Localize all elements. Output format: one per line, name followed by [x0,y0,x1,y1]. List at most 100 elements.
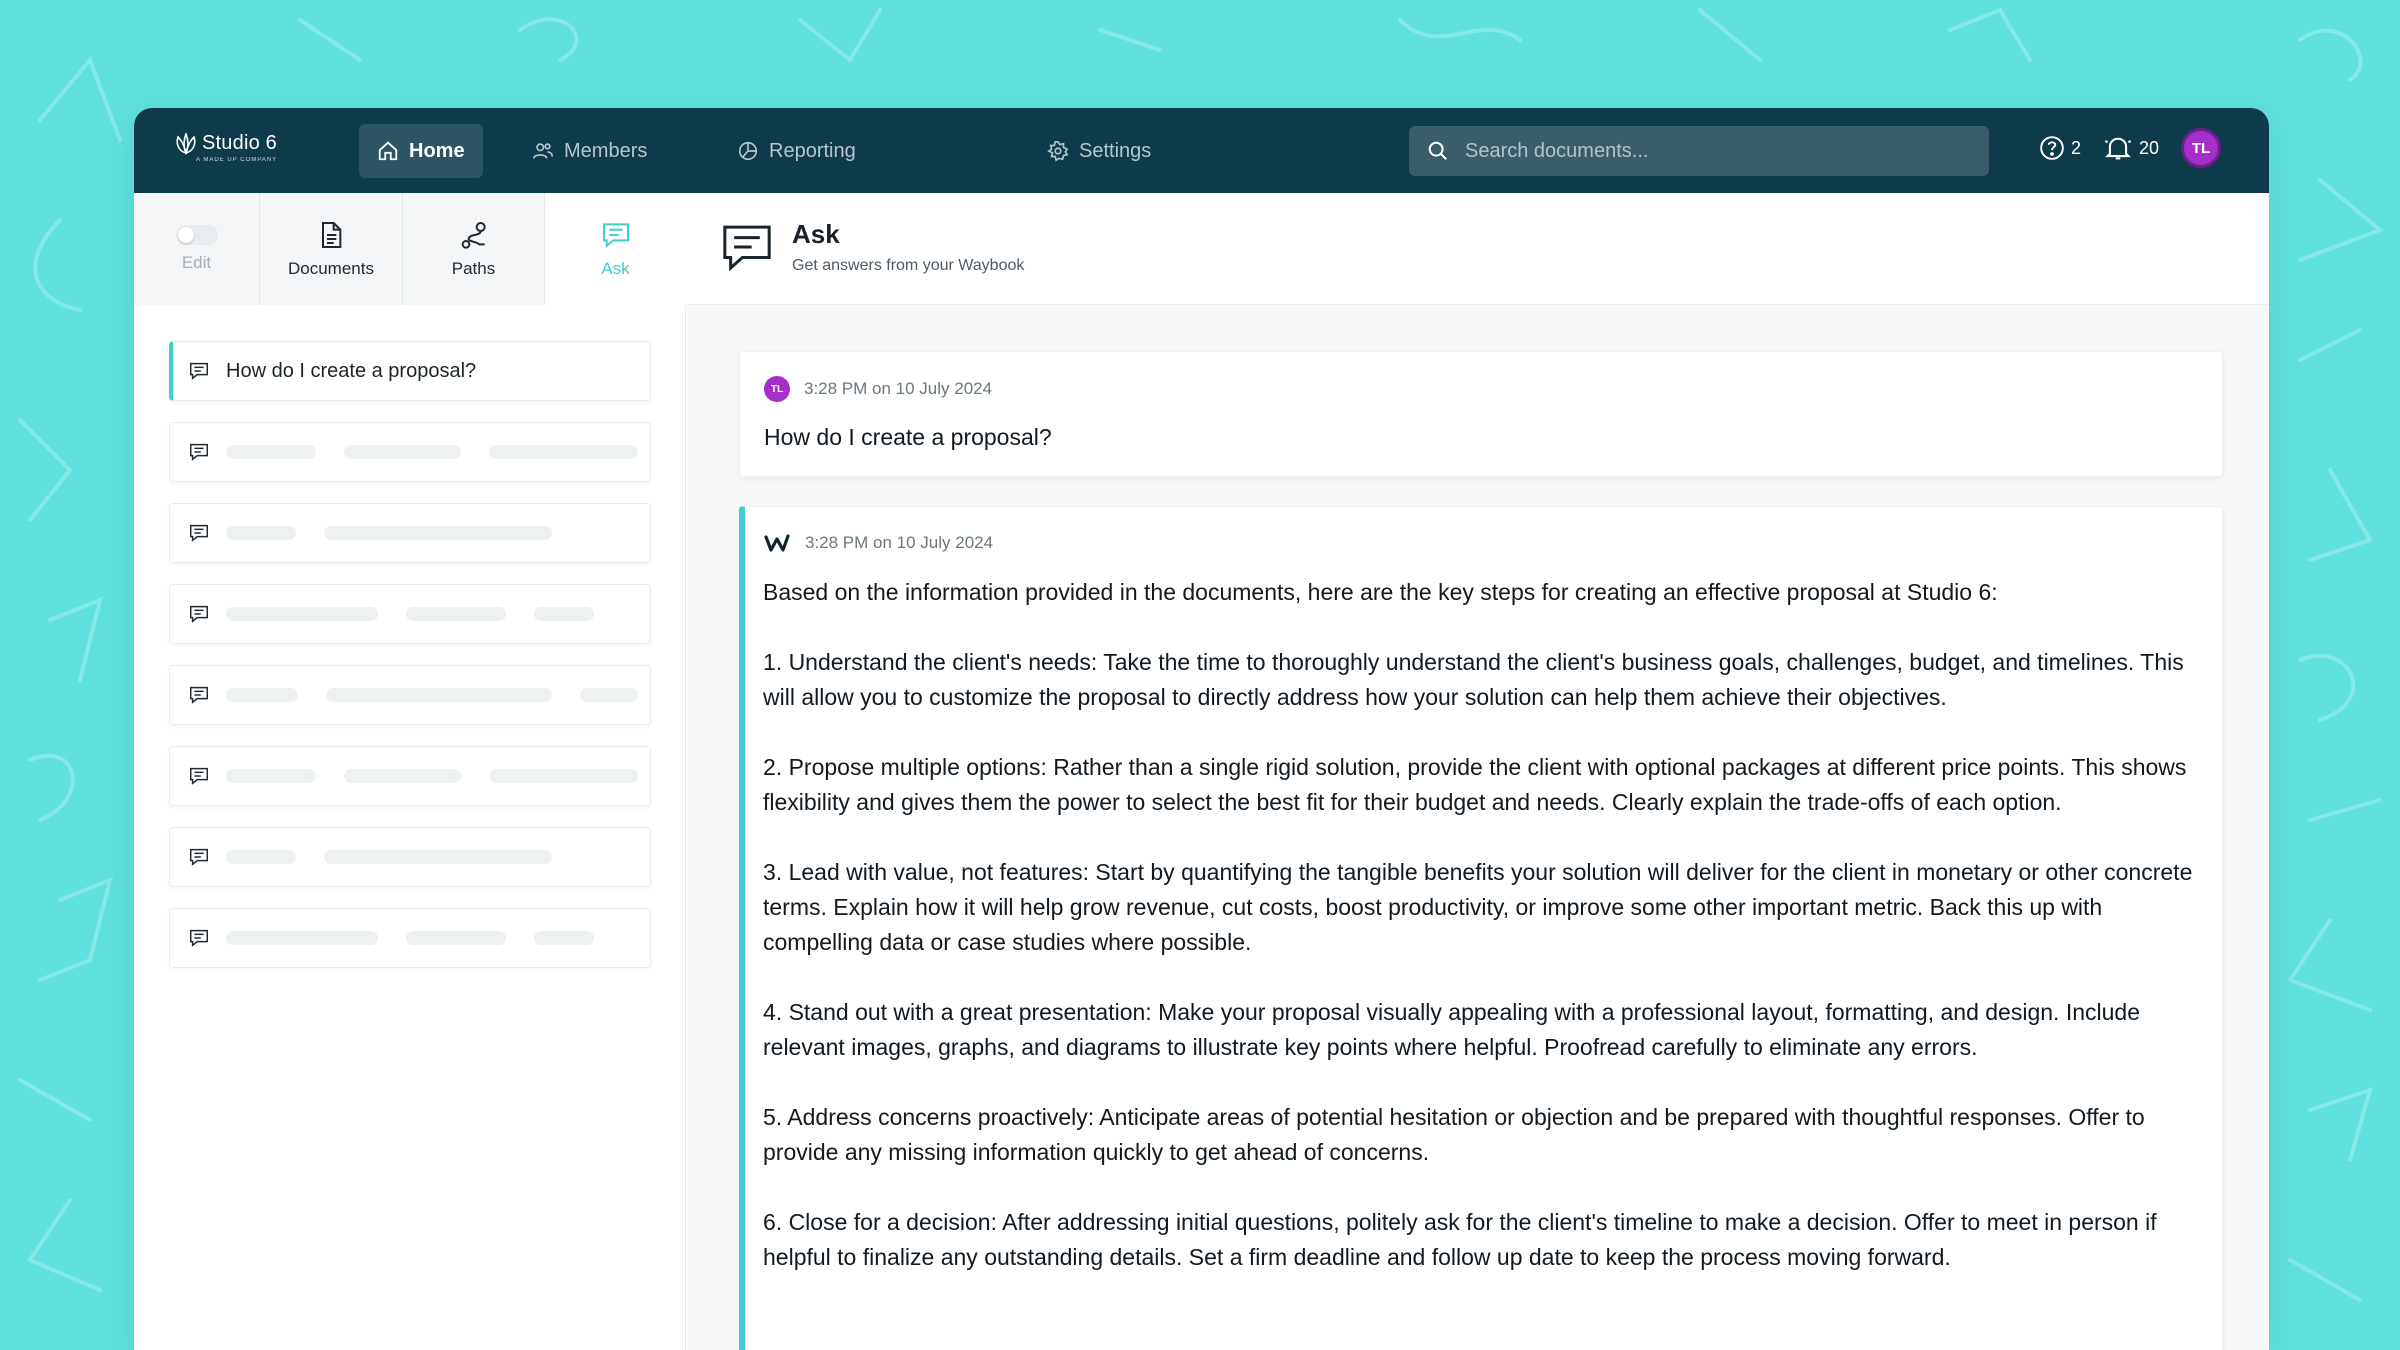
skeleton-placeholder [406,931,506,945]
answer-paragraph: 1. Understand the client's needs: Take t… [763,649,2184,710]
page-subtitle: Get answers from your Waybook [792,257,1025,274]
chat-icon [723,225,771,272]
tab-documents[interactable]: Documents [260,193,403,305]
skeleton-placeholder [226,445,316,459]
message-timestamp: 3:28 PM on 10 July 2024 [804,379,993,398]
bell-icon [2104,137,2132,160]
chat-icon [190,929,208,947]
message-meta: 3:28 PM on 10 July 2024 [763,531,993,555]
answer-paragraph: 3. Lead with value, not features: Start … [763,859,2193,955]
edit-toggle[interactable] [175,225,218,245]
message-text: How do I create a proposal? [764,424,1052,450]
document-icon [322,222,342,248]
skeleton-placeholder [534,607,594,621]
skeleton-placeholder [324,850,552,864]
skeleton-placeholder [343,445,462,459]
conversation-item-loading[interactable] [169,908,651,968]
notifications-button[interactable]: 20 [2103,134,2159,162]
chat-icon [602,223,629,248]
reporting-icon [738,141,758,161]
nav-members[interactable]: Members [514,124,665,178]
sidebar: Edit Documents Paths Ask How do I create… [134,193,686,1350]
skeleton-placeholder [226,931,378,945]
skeleton-placeholder [226,688,298,702]
nav-home-label: Home [409,139,465,162]
chat-icon [190,848,208,866]
skeleton-placeholder [534,931,594,945]
conversation-item-loading[interactable] [169,827,651,887]
answer-paragraph: Based on the information provided in the… [763,579,1998,605]
conversation-item-active[interactable]: How do I create a proposal? [169,341,651,401]
nav-members-label: Members [564,139,648,162]
user-message: TL 3:28 PM on 10 July 2024 How do I crea… [739,351,2223,477]
chat-icon [190,524,208,542]
nav-settings[interactable]: Settings [1029,124,1169,178]
gear-icon [1047,141,1069,162]
avatar: TL [764,376,790,402]
chat-icon [190,767,208,785]
skeleton-placeholder [489,769,638,783]
answer-paragraph: 6. Close for a decision: After addressin… [763,1209,2157,1270]
page-title: Ask [792,219,840,249]
search-bar[interactable] [1409,126,1989,176]
chat-icon [190,362,208,380]
brand-name: Studio 6 [202,132,277,154]
waybook-logo-icon [764,534,790,552]
skeleton-placeholder [580,688,638,702]
notification-count: 20 [2139,137,2160,158]
lotus-icon [176,132,196,155]
conversation-item-loading[interactable] [169,503,651,563]
skeleton-placeholder [325,688,553,702]
message-body: Based on the information provided in the… [763,575,2203,1310]
nav-reporting[interactable]: Reporting [719,124,874,178]
user-avatar[interactable]: TL [2181,128,2222,168]
tab-paths[interactable]: Paths [403,193,545,305]
skeleton-placeholder [226,526,296,540]
brand-logo[interactable]: Studio 6 A MADE UP COMPANY [174,132,277,163]
path-icon [461,222,486,249]
nav-home[interactable]: Home [359,124,483,178]
skeleton-placeholder [226,769,316,783]
header-actions: 2 20 TL [2039,128,2222,168]
tab-edit[interactable]: Edit [134,193,260,305]
tab-documents-label: Documents [288,259,374,278]
page-header: Ask Get answers from your Waybook [687,193,2269,305]
skeleton-placeholder [226,850,296,864]
chat-icon [190,686,208,704]
tab-edit-label: Edit [181,253,212,272]
conversation-list: How do I create a proposal? [169,341,651,989]
conversation-item-loading[interactable] [169,665,651,725]
help-icon [2040,136,2064,160]
chat-icon [190,443,208,461]
search-input[interactable] [1465,139,1945,163]
sidebar-tabs: Edit Documents Paths Ask [134,193,686,305]
nav-reporting-label: Reporting [769,139,856,162]
top-navigation: Studio 6 A MADE UP COMPANY Home Members … [134,108,2269,193]
conversation-item-loading[interactable] [169,422,651,482]
members-icon [533,143,553,159]
message-meta: TL 3:28 PM on 10 July 2024 [764,376,992,402]
skeleton-placeholder [324,526,552,540]
help-button[interactable]: 2 [2039,135,2081,161]
skeleton-placeholder [406,607,506,621]
answer-paragraph: 2. Propose multiple options: Rather than… [763,754,2187,815]
skeleton-placeholder [489,445,638,459]
help-count: 2 [2071,137,2082,158]
tab-ask[interactable]: Ask [545,193,686,305]
search-icon [1428,141,1447,160]
message-timestamp: 3:28 PM on 10 July 2024 [805,533,994,552]
skeleton-placeholder [343,769,462,783]
tab-paths-label: Paths [451,259,496,278]
main-panel: Ask Get answers from your Waybook TL 3:2… [687,193,2269,1350]
app-window: Studio 6 A MADE UP COMPANY Home Members … [134,108,2269,1350]
home-icon [378,141,398,161]
tab-ask-label: Ask [601,259,630,278]
chat-icon [190,605,208,623]
conversation-item-loading[interactable] [169,584,651,644]
brand-tagline: A MADE UP COMPANY [196,157,278,163]
nav-settings-label: Settings [1079,139,1152,162]
conversation-title: How do I create a proposal? [226,359,477,382]
answer-paragraph: 5. Address concerns proactively: Anticip… [763,1104,2145,1165]
skeleton-placeholder [226,607,378,621]
conversation-item-loading[interactable] [169,746,651,806]
